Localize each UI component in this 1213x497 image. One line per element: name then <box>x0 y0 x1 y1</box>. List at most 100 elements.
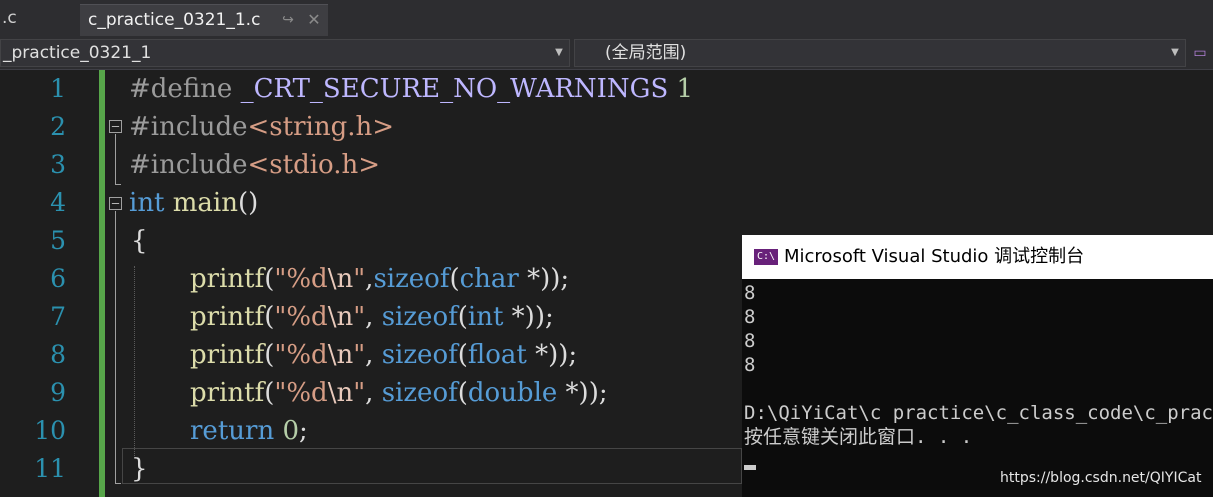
indent-guide <box>134 266 135 456</box>
punctuation: ( <box>264 264 275 294</box>
include-path: <string.h> <box>247 112 395 142</box>
line-number: 8 <box>50 340 66 369</box>
punctuation: ; <box>299 416 308 446</box>
pin-icon[interactable]: ↪ <box>278 5 298 35</box>
punctuation: , <box>365 378 382 408</box>
punctuation: ( <box>264 340 275 370</box>
sizeof-keyword: sizeof <box>381 340 458 370</box>
punctuation: *)); <box>518 264 570 294</box>
function-name: main <box>164 188 238 218</box>
cube-icon[interactable]: ▭ <box>1190 42 1210 64</box>
fold-line-end <box>115 184 121 185</box>
type-keyword: int <box>467 302 504 332</box>
scope-dropdown[interactable]: (全局范围) ▼ <box>574 39 1186 67</box>
code-line-5: { <box>131 222 148 260</box>
console-path-line: D:\QiYiCat\c practice\c_class_code\c_pra… <box>744 402 1213 424</box>
collapse-icon[interactable]: – <box>109 197 122 210</box>
string-literal: " <box>353 302 366 332</box>
tab-active-file[interactable]: c_practice_0321_1.c ↪ ✕ <box>80 4 328 36</box>
fold-line <box>115 134 116 184</box>
console-title: Microsoft Visual Studio 调试控制台 <box>784 246 1085 267</box>
watermark: https://blog.csdn.net/QIYICat <box>1000 470 1202 486</box>
string-literal: "%d <box>274 340 328 370</box>
escape-sequence: \n <box>327 340 354 370</box>
type-keyword: char <box>459 264 519 294</box>
include-path: <stdio.h> <box>247 150 381 180</box>
string-literal: " <box>353 378 366 408</box>
close-icon[interactable]: ✕ <box>304 5 324 35</box>
collapse-icon[interactable]: – <box>109 120 122 133</box>
change-tracking-bar <box>99 70 105 497</box>
console-output-line: 8 <box>744 330 756 352</box>
line-number-gutter: 1 2 3 4 5 6 7 8 9 10 11 <box>0 70 98 497</box>
punctuation: *)); <box>526 340 578 370</box>
tab-partial[interactable]: .c <box>0 0 80 36</box>
preprocessor-token: #include <box>129 112 248 142</box>
string-literal: " <box>353 264 366 294</box>
fold-line-end <box>115 483 121 484</box>
brace: } <box>131 454 148 484</box>
console-app-icon: C:\ <box>754 249 778 265</box>
chevron-down-icon: ▼ <box>1171 47 1179 58</box>
line-number: 6 <box>50 264 66 293</box>
line-number: 2 <box>50 112 66 141</box>
sizeof-keyword: sizeof <box>381 378 458 408</box>
punctuation: ( <box>449 264 460 294</box>
preprocessor-token: #include <box>129 150 248 180</box>
console-output-line: 8 <box>744 306 756 328</box>
macro-name: _CRT_SECURE_NO_WARNINGS <box>240 74 669 104</box>
punctuation: *)); <box>557 378 608 408</box>
string-literal: "%d <box>274 264 328 294</box>
code-line-2: #include<string.h> <box>129 108 394 146</box>
string-literal: " <box>353 340 366 370</box>
punctuation: *)); <box>503 302 554 332</box>
line-number: 1 <box>50 74 66 103</box>
function-call: printf <box>190 302 265 332</box>
debug-console-window[interactable]: C:\ Microsoft Visual Studio 调试控制台 8 8 8 … <box>742 235 1213 497</box>
preprocessor-token: #define <box>129 74 241 104</box>
code-line-11: } <box>131 450 148 488</box>
code-line-3: #include<stdio.h> <box>129 146 380 184</box>
line-number: 10 <box>34 416 66 445</box>
type-keyword: float <box>467 340 527 370</box>
code-line-10: return 0; <box>190 412 308 450</box>
navigation-bar: _practice_0321_1 ▼ (全局范围) ▼ ▭ <box>0 36 1213 70</box>
line-number: 9 <box>50 378 66 407</box>
tab-strip: .c c_practice_0321_1.c ↪ ✕ <box>0 0 1213 36</box>
console-cursor <box>744 465 756 470</box>
code-line-8: printf("%d\n", sizeof(float *)); <box>190 336 577 374</box>
brace: { <box>131 226 148 256</box>
project-dropdown[interactable]: _practice_0321_1 ▼ <box>0 39 570 67</box>
punctuation: , <box>365 302 382 332</box>
line-number: 3 <box>50 150 66 179</box>
ide-window: .c c_practice_0321_1.c ↪ ✕ _practice_032… <box>0 0 1213 497</box>
line-number: 11 <box>34 454 66 483</box>
punctuation: ( <box>457 340 468 370</box>
code-line-4: int main() <box>129 184 258 222</box>
console-prompt-line: 按任意键关闭此窗口. . . <box>744 426 973 448</box>
return-keyword: return <box>190 416 275 446</box>
escape-sequence: \n <box>327 264 354 294</box>
type-keyword: int <box>129 188 165 218</box>
function-call: printf <box>190 340 265 370</box>
type-keyword: double <box>467 378 558 408</box>
console-output-line: 8 <box>744 282 756 304</box>
project-label: _practice_0321_1 <box>3 43 152 63</box>
line-number: 7 <box>50 302 66 331</box>
code-line-6: printf("%d\n",sizeof(char *)); <box>190 260 569 298</box>
function-call: printf <box>190 378 265 408</box>
string-literal: "%d <box>274 302 328 332</box>
code-line-7: printf("%d\n", sizeof(int *)); <box>190 298 554 336</box>
punctuation: ( <box>457 302 468 332</box>
punctuation: () <box>238 188 259 218</box>
punctuation: ( <box>457 378 468 408</box>
console-title-bar[interactable]: C:\ Microsoft Visual Studio 调试控制台 <box>742 235 1213 279</box>
console-output-line: 8 <box>744 354 756 376</box>
punctuation: , <box>365 340 382 370</box>
scope-label: (全局范围) <box>605 43 687 63</box>
escape-sequence: \n <box>327 378 354 408</box>
string-literal: "%d <box>274 378 328 408</box>
punctuation: ( <box>264 378 275 408</box>
punctuation: ( <box>264 302 275 332</box>
line-number: 4 <box>50 188 66 217</box>
